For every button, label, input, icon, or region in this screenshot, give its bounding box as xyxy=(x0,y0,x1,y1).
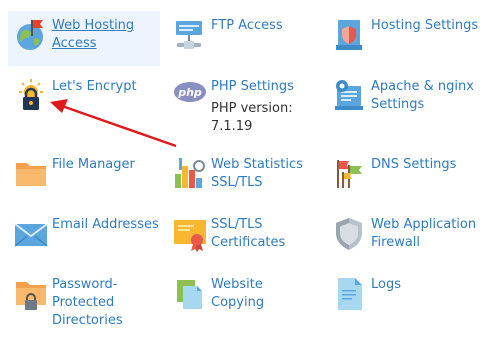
web-hosting-access-label: Web Hosting Access xyxy=(52,18,135,51)
php-settings-label: PHP Settings xyxy=(211,79,294,94)
tile-web-statistics[interactable]: Web Statistics SSL/TLS xyxy=(173,156,318,196)
statistics-bars-icon xyxy=(173,156,207,192)
folder-icon xyxy=(14,156,48,192)
website-copying-label: Website Copying xyxy=(211,277,265,310)
dns-settings-label: DNS Settings xyxy=(371,157,457,172)
php-version-value: 7.1.19 xyxy=(211,119,253,134)
apache-nginx-label: Apache & nginx Settings xyxy=(371,79,474,112)
ssl-tls-certificates-label: SSL/TLS Certificates xyxy=(211,217,286,250)
tile-logs[interactable]: Logs xyxy=(333,276,481,312)
php-version-caption: PHP version: xyxy=(211,101,293,116)
tile-php-settings[interactable]: php PHP Settings PHP version: 7.1.19 xyxy=(173,78,318,138)
email-addresses-label: Email Addresses xyxy=(52,217,159,232)
tile-password-protected-directories[interactable]: Password- Protected Directories xyxy=(14,276,159,334)
ftp-access-label: FTP Access xyxy=(211,18,283,33)
lets-encrypt-label: Let's Encrypt xyxy=(52,79,137,94)
document-icon xyxy=(333,276,367,312)
shield-icon xyxy=(333,216,367,252)
tile-email-addresses[interactable]: Email Addresses xyxy=(14,216,159,252)
tile-website-copying[interactable]: Website Copying xyxy=(173,276,318,316)
tile-lets-encrypt[interactable]: Let's Encrypt xyxy=(14,78,159,114)
certificate-icon xyxy=(173,216,207,252)
globe-flag-icon xyxy=(14,17,48,53)
web-application-firewall-label: Web Application Firewall xyxy=(371,217,477,250)
php-icon: php xyxy=(173,78,207,114)
tile-web-hosting-access[interactable]: Web Hosting Access xyxy=(14,17,159,61)
apache-nginx-icon xyxy=(333,78,367,114)
envelope-icon xyxy=(14,216,48,252)
web-statistics-label: Web Statistics SSL/TLS xyxy=(211,157,303,190)
tile-ftp-access[interactable]: FTP Access xyxy=(173,17,318,53)
copy-pages-icon xyxy=(173,276,207,312)
svg-text:php: php xyxy=(177,86,202,99)
locked-folder-icon xyxy=(14,276,48,312)
file-manager-label: File Manager xyxy=(52,157,135,172)
ftp-server-icon xyxy=(173,17,207,53)
hosting-settings-icon xyxy=(333,17,367,53)
tile-file-manager[interactable]: File Manager xyxy=(14,156,159,192)
dns-flags-icon xyxy=(333,156,367,192)
tile-dns-settings[interactable]: DNS Settings xyxy=(333,156,481,192)
tile-web-application-firewall[interactable]: Web Application Firewall xyxy=(333,216,481,256)
password-protected-directories-label: Password- Protected Directories xyxy=(52,277,123,328)
sun-lock-icon xyxy=(14,78,48,114)
logs-label: Logs xyxy=(371,277,401,292)
hosting-settings-label: Hosting Settings xyxy=(371,18,479,33)
tile-apache-nginx-settings[interactable]: Apache & nginx Settings xyxy=(333,78,481,118)
tile-hosting-settings[interactable]: Hosting Settings xyxy=(333,17,481,53)
tile-ssl-tls-certificates[interactable]: SSL/TLS Certificates xyxy=(173,216,318,256)
